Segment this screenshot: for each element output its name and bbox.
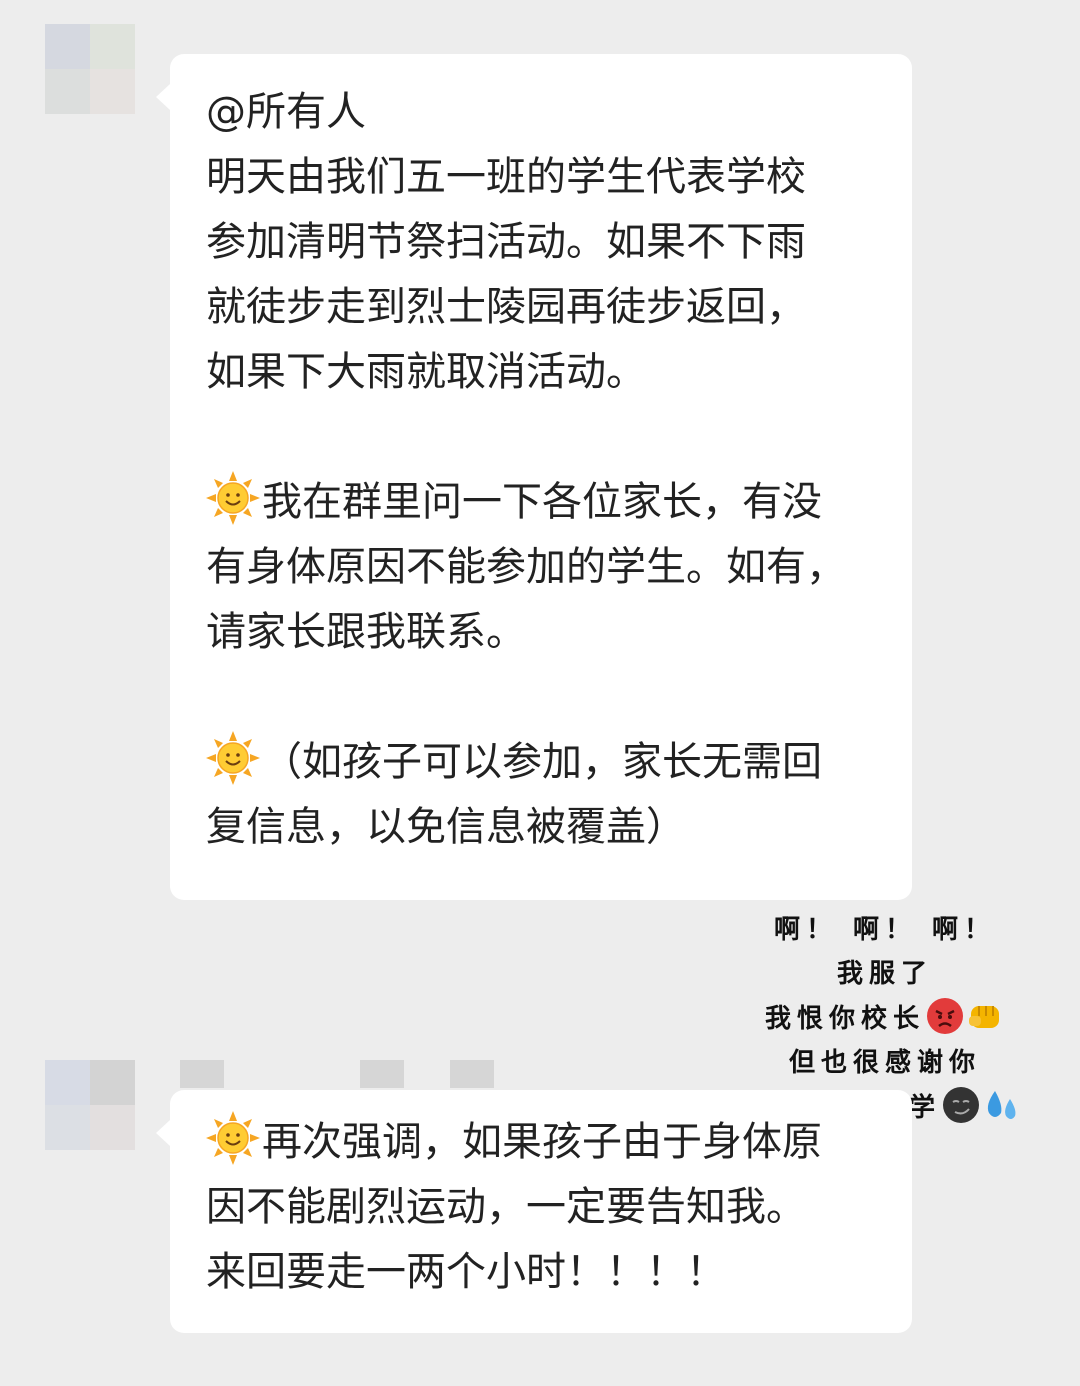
message-line: 来回要走一两个小时！！！！	[206, 1249, 726, 1295]
sun-face-icon	[206, 471, 260, 525]
message-line: 参加清明节祭扫活动。如果不下雨	[206, 219, 806, 265]
sender-name-blurred	[360, 1060, 404, 1088]
angry-face-icon	[925, 996, 965, 1036]
sender-avatar[interactable]	[45, 1060, 135, 1150]
message-line: 就徒步走到烈士陵园再徒步返回，	[206, 284, 806, 330]
annotation-line: 啊！ 啊！ 啊！	[773, 915, 997, 945]
message-line: 再次强调，如果孩子由于身体原	[206, 1110, 884, 1175]
message-line-text: 再次强调，如果孩子由于身体原	[262, 1119, 822, 1165]
mention-text: @所有人	[206, 89, 366, 135]
message-bubble[interactable]: 再次强调，如果孩子由于身体原 因不能剧烈运动，一定要告知我。 来回要走一两个小时…	[156, 1090, 912, 1333]
sun-face-icon	[206, 731, 260, 785]
message-line: 明天由我们五一班的学生代表学校	[206, 154, 806, 200]
message-line: 有身体原因不能参加的学生。如有，	[206, 544, 846, 590]
message-line: 因不能剧烈运动，一定要告知我。	[206, 1184, 806, 1230]
message-line: 如果下大雨就取消活动。	[206, 349, 646, 395]
fist-icon	[965, 996, 1005, 1036]
message-line-text: 我在群里问一下各位家长，有没	[262, 479, 822, 525]
message-line: （如孩子可以参加，家长无需回	[206, 730, 884, 795]
sender-avatar[interactable]	[45, 24, 135, 114]
annotation-line: 我服了	[836, 959, 933, 989]
sweat-droplets-icon	[981, 1085, 1021, 1125]
sender-name-blurred	[450, 1060, 494, 1088]
sender-name-blurred	[180, 1060, 224, 1088]
message-line: 我在群里问一下各位家长，有没	[206, 470, 884, 535]
annotation-line-text: 我恨你校长	[764, 1004, 925, 1034]
annotation-line: 但也很感谢你	[788, 1048, 981, 1078]
smirk-face-icon	[941, 1085, 981, 1125]
annotation-line: 我恨你校长	[700, 996, 1070, 1041]
message-line: 复信息，以免信息被覆盖）	[206, 804, 686, 850]
message-line: 请家长跟我联系。	[206, 609, 526, 655]
message-line-text: （如孩子可以参加，家长无需回	[262, 739, 822, 785]
sun-face-icon	[206, 1111, 260, 1165]
message-bubble[interactable]: @所有人 明天由我们五一班的学生代表学校 参加清明节祭扫活动。如果不下雨 就徒步…	[156, 54, 912, 900]
